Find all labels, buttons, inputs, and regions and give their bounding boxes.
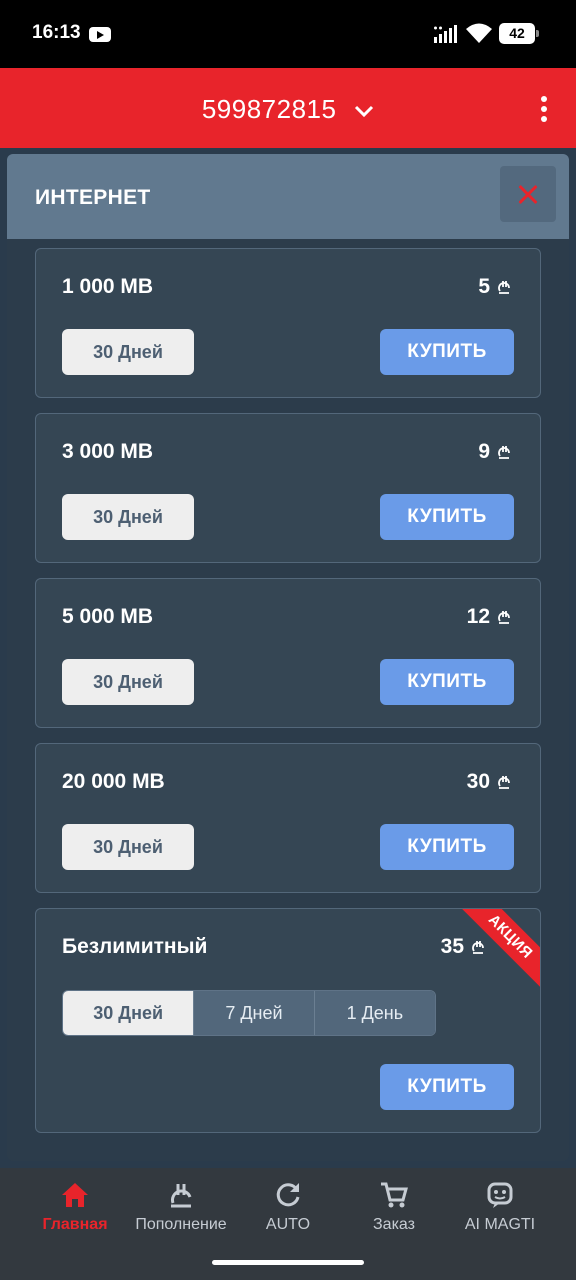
nav-ai-magti[interactable]: AI MAGTI	[445, 1180, 555, 1234]
more-vert-icon[interactable]	[540, 96, 548, 122]
package-title: 3 000 MB	[62, 440, 154, 463]
nav-order[interactable]: Заказ	[339, 1180, 449, 1234]
chevron-down-icon	[355, 106, 374, 118]
signal-icon	[434, 25, 457, 43]
package-card: 1 000 MB 5 30 Дней КУПИТЬ	[35, 248, 541, 398]
duration-button[interactable]: 30 Дней	[62, 659, 194, 705]
duration-button[interactable]: 30 Дней	[62, 329, 194, 375]
nav-home[interactable]: Главная	[20, 1180, 130, 1234]
lari-coin-icon	[171, 1184, 192, 1208]
nav-label: Пополнение	[135, 1216, 227, 1233]
buy-button[interactable]: КУПИТЬ	[380, 329, 514, 375]
cart-icon	[381, 1182, 408, 1208]
package-price: 30	[467, 770, 512, 794]
lari-icon	[498, 611, 510, 624]
wifi-icon	[466, 23, 492, 43]
app-header: 599872815	[0, 68, 576, 148]
buy-button[interactable]: КУПИТЬ	[380, 494, 514, 540]
duration-button[interactable]: 30 Дней	[62, 824, 194, 870]
nav-label: AI MAGTI	[464, 1216, 536, 1233]
package-price: 12	[467, 605, 512, 629]
status-time: 16:13	[32, 22, 81, 43]
home-indicator	[212, 1260, 364, 1265]
nav-label: Главная	[42, 1216, 108, 1233]
package-price: 5	[478, 275, 512, 299]
unlimited-package-card: АКЦИЯ Безлимитный 35 30 Дней 7 Дней 1 Де…	[35, 908, 541, 1133]
internet-packages-modal: ИНТЕРНЕТ 1 000 MB 5 30 Дней КУПИТЬ 3 000…	[7, 154, 569, 1161]
duration-option-1[interactable]: 1 День	[313, 991, 435, 1035]
nav-label: Заказ	[373, 1216, 415, 1233]
package-card: 5 000 MB 12 30 Дней КУПИТЬ	[35, 578, 541, 728]
duration-selector: 30 Дней 7 Дней 1 День	[62, 990, 436, 1036]
package-card: 3 000 MB 9 30 Дней КУПИТЬ	[35, 413, 541, 563]
nav-topup[interactable]: Пополнение	[126, 1180, 236, 1234]
package-price: 9	[478, 440, 512, 464]
account-selector[interactable]: 599872815	[0, 94, 576, 125]
lari-icon	[472, 941, 484, 954]
duration-option-30[interactable]: 30 Дней	[63, 991, 194, 1035]
package-title: 20 000 MB	[62, 770, 165, 793]
youtube-notification-icon	[89, 27, 111, 42]
package-title: 5 000 MB	[62, 605, 154, 628]
lari-icon	[498, 776, 510, 789]
home-icon	[62, 1183, 88, 1207]
chat-bot-icon	[487, 1182, 513, 1208]
refresh-icon	[276, 1183, 300, 1207]
nav-auto[interactable]: AUTO	[233, 1180, 343, 1234]
modal-title: ИНТЕРНЕТ	[35, 186, 151, 209]
duration-option-7[interactable]: 7 Дней	[193, 991, 314, 1035]
phone-number: 599872815	[201, 94, 337, 124]
package-card: 20 000 MB 30 30 Дней КУПИТЬ	[35, 743, 541, 893]
buy-button[interactable]: КУПИТЬ	[380, 1064, 514, 1110]
package-title: 1 000 MB	[62, 275, 154, 298]
nav-label: AUTO	[265, 1216, 311, 1233]
duration-button[interactable]: 30 Дней	[62, 494, 194, 540]
package-price: 35	[441, 935, 486, 959]
lari-icon	[498, 446, 510, 459]
status-bar: 16:13 42	[0, 0, 576, 68]
modal-header: ИНТЕРНЕТ	[7, 154, 569, 239]
buy-button[interactable]: КУПИТЬ	[380, 824, 514, 870]
buy-button[interactable]: КУПИТЬ	[380, 659, 514, 705]
lari-icon	[498, 281, 510, 294]
battery-indicator: 42	[499, 23, 539, 44]
package-title: Безлимитный	[62, 935, 208, 958]
close-button[interactable]	[500, 166, 556, 222]
